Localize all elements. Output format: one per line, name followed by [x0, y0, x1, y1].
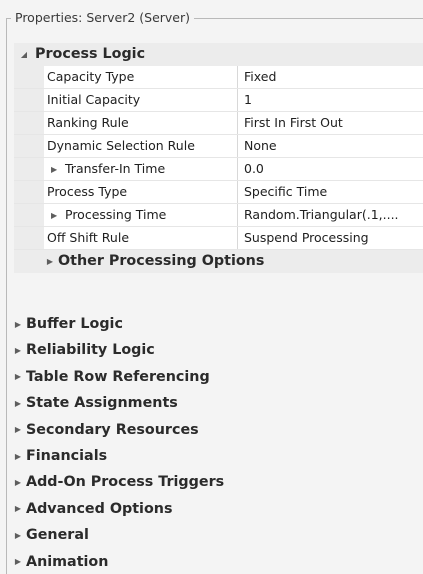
- collapsed-triangle-icon[interactable]: ▶: [12, 522, 24, 548]
- collapsed-triangle-icon[interactable]: ▶: [12, 443, 24, 469]
- row-gutter: [14, 89, 44, 111]
- category-state-assignments[interactable]: ▶ State Assignments: [12, 390, 423, 417]
- collapsed-triangle-icon[interactable]: ▶: [12, 549, 24, 574]
- collapsed-triangle-icon[interactable]: ▶: [12, 337, 24, 363]
- collapsed-triangle-icon[interactable]: ▶: [12, 496, 24, 522]
- property-row-initial-capacity[interactable]: Initial Capacity 1: [14, 89, 423, 112]
- category-reliability-logic[interactable]: ▶ Reliability Logic: [12, 337, 423, 364]
- category-general[interactable]: ▶ General: [12, 522, 423, 549]
- property-value[interactable]: 0.0: [238, 158, 423, 180]
- category-label: Buffer Logic: [26, 316, 123, 332]
- property-value[interactable]: Specific Time: [238, 181, 423, 203]
- category-label: General: [26, 527, 89, 544]
- row-gutter: [14, 158, 44, 180]
- subcategory-other-processing-options[interactable]: ▶ Other Processing Options: [14, 250, 423, 273]
- category-label: Process Logic: [35, 46, 146, 62]
- property-grid: ◢ Process Logic Capacity Type Fixed Init…: [14, 43, 423, 273]
- property-row-dynamic-selection-rule[interactable]: Dynamic Selection Rule None: [14, 135, 423, 158]
- panel-title: Properties: Server2 (Server): [11, 10, 195, 26]
- property-row-processing-time[interactable]: ▶ Processing Time Random.Triangular(.1,..…: [14, 204, 423, 227]
- collapsed-triangle-icon[interactable]: ▶: [12, 311, 24, 337]
- property-name-expandable: ▶ Processing Time: [44, 204, 238, 226]
- properties-panel: Properties: Server2 (Server) ◢ Process L…: [0, 0, 423, 574]
- category-label: State Assignments: [26, 395, 178, 412]
- property-name: Capacity Type: [44, 66, 238, 88]
- category-animation[interactable]: ▶ Animation: [12, 548, 423, 574]
- property-name-expandable: ▶ Transfer-In Time: [44, 158, 238, 180]
- collapsed-triangle-icon[interactable]: ▶: [12, 469, 24, 495]
- collapsed-triangle-icon[interactable]: ▶: [51, 205, 65, 226]
- category-table-row-referencing[interactable]: ▶ Table Row Referencing: [12, 363, 423, 391]
- row-gutter: [14, 227, 44, 249]
- property-value[interactable]: Suspend Processing: [238, 227, 423, 249]
- category-secondary-resources[interactable]: ▶ Secondary Resources: [12, 416, 423, 443]
- collapsed-triangle-icon[interactable]: ▶: [12, 390, 24, 416]
- property-name: Processing Time: [65, 207, 167, 222]
- property-row-ranking-rule[interactable]: Ranking Rule First In First Out: [14, 112, 423, 135]
- row-gutter: [14, 135, 44, 157]
- property-name: Dynamic Selection Rule: [44, 135, 238, 157]
- row-gutter: [14, 204, 44, 226]
- category-add-on-process-triggers[interactable]: ▶ Add-On Process Triggers: [12, 469, 423, 496]
- category-label: Table Row Referencing: [26, 368, 210, 385]
- category-financials[interactable]: ▶ Financials: [12, 442, 423, 470]
- collapsed-category-list: ▶ Buffer Logic ▶ Reliability Logic ▶ Table Ro…: [14, 311, 423, 574]
- property-name: Ranking Rule: [44, 112, 238, 134]
- property-row-process-type[interactable]: Process Type Specific Time: [14, 181, 423, 204]
- subcategory-label: Other Processing Options: [58, 253, 265, 269]
- collapsed-triangle-icon[interactable]: ▶: [12, 417, 24, 443]
- property-value[interactable]: Random.Triangular(.1,....: [238, 204, 423, 226]
- groupbox-border-left: [6, 18, 7, 574]
- collapsed-triangle-icon[interactable]: ▶: [12, 364, 24, 390]
- collapsed-triangle-icon[interactable]: ▶: [44, 250, 56, 273]
- property-value[interactable]: First In First Out: [238, 112, 423, 134]
- property-row-capacity-type[interactable]: Capacity Type Fixed: [14, 66, 423, 89]
- category-advanced-options[interactable]: ▶ Advanced Options: [12, 495, 423, 523]
- category-buffer-logic[interactable]: ▶ Buffer Logic: [12, 311, 423, 338]
- expanded-triangle-icon[interactable]: ◢: [18, 43, 30, 66]
- property-row-off-shift-rule[interactable]: Off Shift Rule Suspend Processing: [14, 227, 423, 250]
- category-label: Reliability Logic: [26, 342, 155, 359]
- row-gutter: [14, 112, 44, 134]
- row-gutter: [14, 181, 44, 203]
- category-process-logic[interactable]: ◢ Process Logic: [14, 43, 423, 66]
- property-value[interactable]: 1: [238, 89, 423, 111]
- property-name: Transfer-In Time: [65, 161, 166, 176]
- collapsed-triangle-icon[interactable]: ▶: [51, 159, 65, 180]
- category-label: Secondary Resources: [26, 421, 199, 438]
- property-name: Process Type: [44, 181, 238, 203]
- property-value[interactable]: Fixed: [238, 66, 423, 88]
- category-label: Animation: [26, 553, 109, 570]
- category-label: Add-On Process Triggers: [26, 474, 225, 491]
- property-value[interactable]: None: [238, 135, 423, 157]
- property-name: Off Shift Rule: [44, 227, 238, 249]
- category-label: Financials: [26, 447, 108, 464]
- row-gutter: [14, 66, 44, 88]
- property-row-transfer-in-time[interactable]: ▶ Transfer-In Time 0.0: [14, 158, 423, 181]
- category-label: Advanced Options: [26, 500, 173, 517]
- property-name: Initial Capacity: [44, 89, 238, 111]
